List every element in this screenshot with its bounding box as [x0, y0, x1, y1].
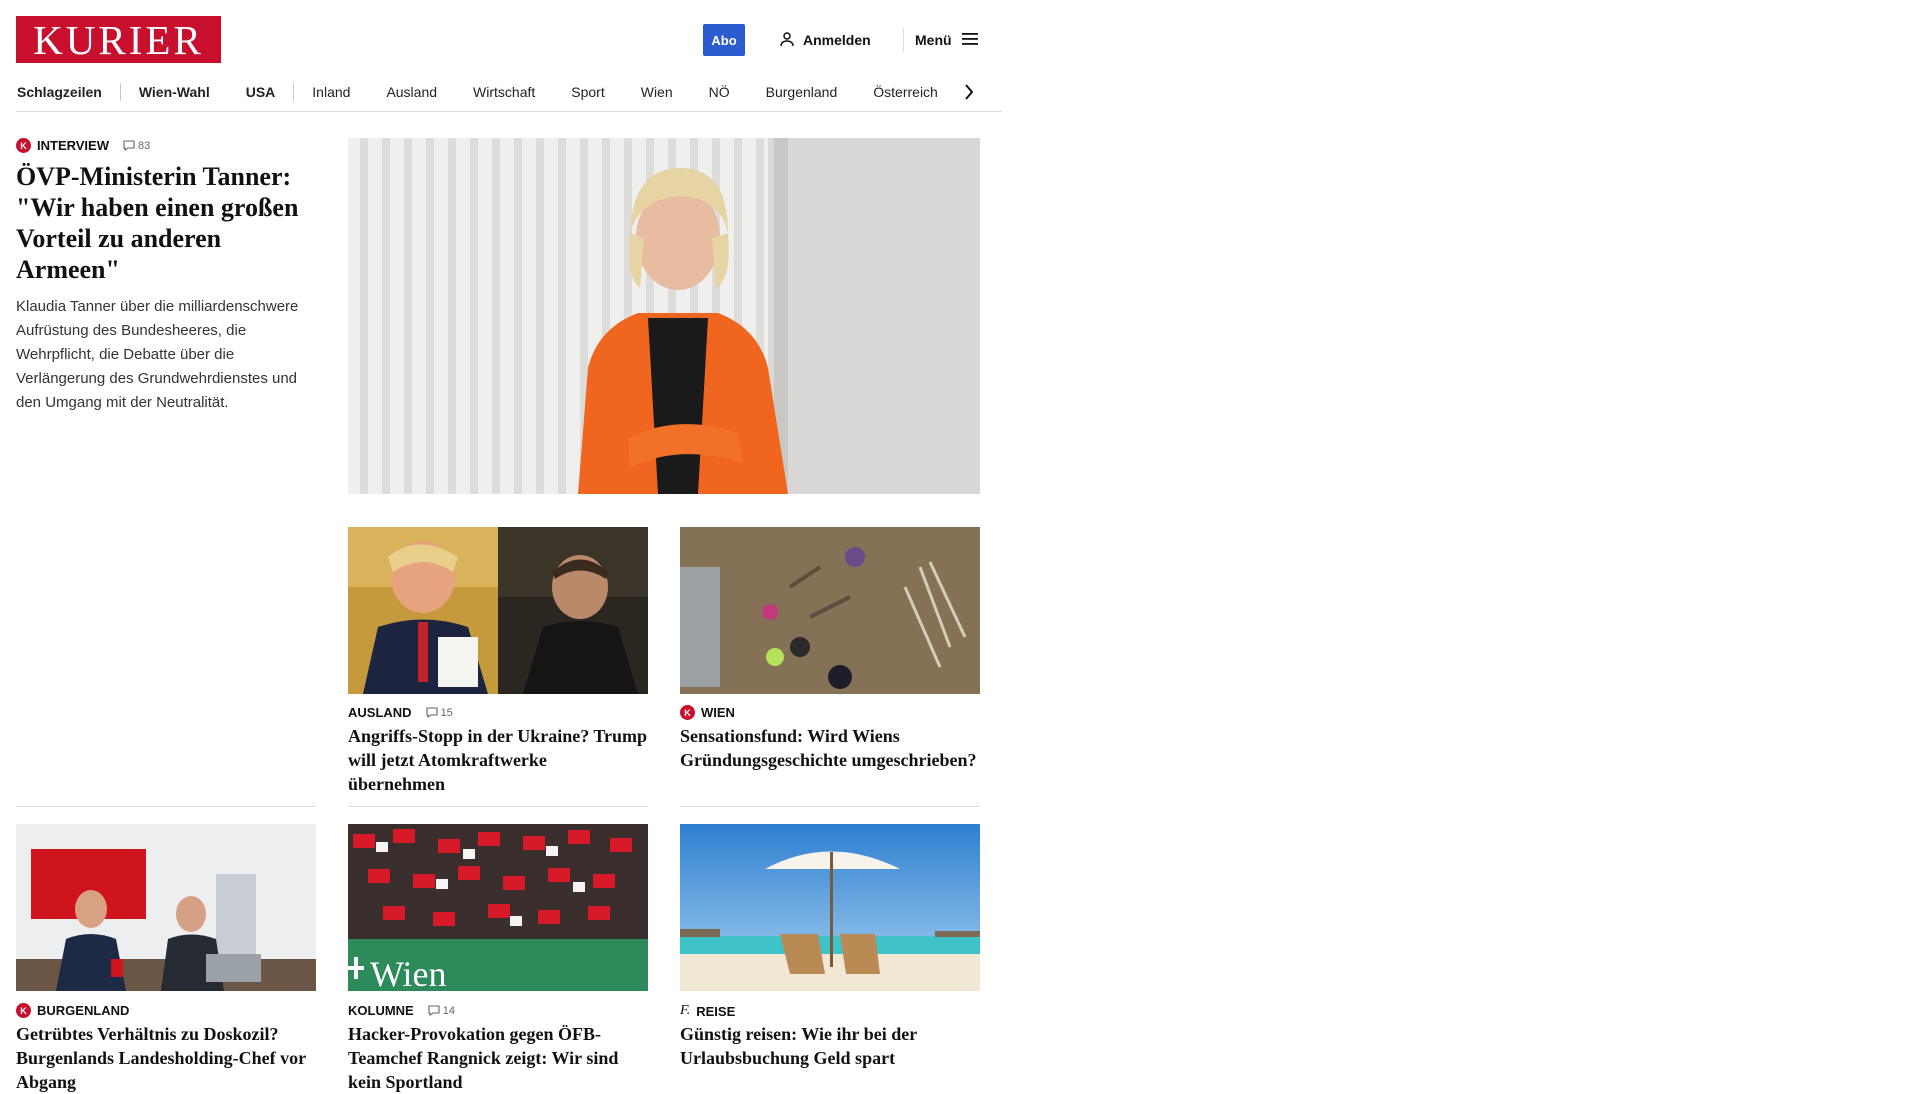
nav-item-schlagzeilen[interactable]: Schlagzeilen — [16, 82, 120, 102]
card-comments: 14 — [442, 1004, 455, 1017]
card-meta-kolumne: Kolumne 14 — [348, 1003, 455, 1018]
card-category: Ausland — [348, 705, 412, 720]
card-image-excavation[interactable] — [680, 527, 980, 694]
kurier-logo[interactable]: KURIER — [16, 16, 221, 63]
card-divider — [680, 806, 980, 807]
nav-item-wien-wahl[interactable]: Wien-Wahl — [121, 82, 228, 102]
card-image-wien-fans[interactable]: Wien — [348, 824, 648, 991]
lead-article[interactable]: K Interview 83 ÖVP-Ministerin Tanner: "W… — [16, 138, 321, 415]
card-category: Reise — [696, 1003, 736, 1019]
comment-count: 83 — [123, 140, 150, 152]
nav-item-burgenland[interactable]: Burgenland — [748, 82, 856, 102]
lead-comments: 83 — [138, 139, 151, 152]
freizeit-icon: f. — [680, 1003, 691, 1018]
login-label: Anmelden — [803, 32, 871, 48]
card-divider — [348, 806, 648, 807]
comment-count: 14 — [428, 1005, 455, 1017]
card-meta-ausland: Ausland 15 — [348, 705, 453, 720]
comment-icon — [123, 140, 135, 151]
column-divider — [16, 806, 316, 807]
card-comments: 15 — [440, 706, 453, 719]
menu-button[interactable]: Menü — [915, 24, 978, 56]
nav-item-ausland[interactable]: Ausland — [368, 82, 455, 102]
kurier-plus-icon: K — [16, 1003, 31, 1018]
comment-icon — [426, 707, 438, 718]
site-header: KURIER Abo Anmelden Menü — [16, 0, 1002, 80]
page: KURIER Abo Anmelden Menü Schlagzeilen Wi… — [16, 0, 1002, 1092]
nav-item-wien[interactable]: Wien — [623, 82, 691, 102]
kurier-plus-icon: K — [16, 138, 31, 153]
card-title-sensationsfund[interactable]: Sensationsfund: Wird Wiens Gründungsgesc… — [680, 724, 980, 772]
menu-label: Menü — [915, 32, 952, 48]
nav-item-wirtschaft[interactable]: Wirtschaft — [455, 82, 553, 102]
lead-kicker: K Interview 83 — [16, 138, 321, 153]
card-meta-wien: K Wien — [680, 705, 735, 720]
lead-title[interactable]: ÖVP-Ministerin Tanner: "Wir haben einen … — [16, 161, 321, 285]
main-nav: Schlagzeilen Wien-Wahl USA Inland Auslan… — [16, 72, 1002, 112]
card-category: Burgenland — [37, 1003, 130, 1018]
card-meta-burgenland: K Burgenland — [16, 1003, 129, 1018]
user-icon — [779, 31, 795, 50]
login-button[interactable]: Anmelden — [779, 24, 871, 56]
comment-count: 15 — [426, 707, 453, 719]
chevron-right-icon[interactable] — [964, 83, 974, 100]
card-category: Wien — [701, 705, 735, 720]
card-title-ukraine[interactable]: Angriffs-Stopp in der Ukraine? Trump wil… — [348, 724, 648, 796]
kurier-plus-icon: K — [680, 705, 695, 720]
nav-item-usa[interactable]: USA — [228, 82, 294, 102]
nav-item-sport[interactable]: Sport — [553, 82, 622, 102]
wien-banner-text: Wien — [370, 954, 447, 991]
lead-description: Klaudia Tanner über die milliardenschwer… — [16, 298, 299, 411]
card-image-ukraine[interactable] — [348, 527, 648, 694]
comment-icon — [428, 1005, 440, 1016]
card-category: Kolumne — [348, 1003, 414, 1018]
header-divider — [903, 28, 904, 52]
lead-category: Interview — [37, 138, 109, 153]
abo-button[interactable]: Abo — [703, 24, 745, 56]
nav-item-oesterreich[interactable]: Österreich — [855, 82, 956, 102]
card-image-burgenland[interactable] — [16, 824, 316, 991]
card-title-doskozil[interactable]: Getrübtes Verhältnis zu Doskozil? Burgen… — [16, 1022, 316, 1094]
hamburger-icon — [961, 32, 978, 49]
nav-item-noe[interactable]: NÖ — [691, 82, 748, 102]
lead-image[interactable] — [348, 138, 980, 494]
nav-item-inland[interactable]: Inland — [294, 82, 368, 102]
card-meta-reise: f. Reise — [680, 1003, 735, 1019]
card-title-reisen[interactable]: Günstig reisen: Wie ihr bei der Urlaubsb… — [680, 1022, 980, 1070]
card-title-rangnick[interactable]: Hacker-Provokation gegen ÖFB-Teamchef Ra… — [348, 1022, 648, 1094]
card-image-beach[interactable] — [680, 824, 980, 991]
